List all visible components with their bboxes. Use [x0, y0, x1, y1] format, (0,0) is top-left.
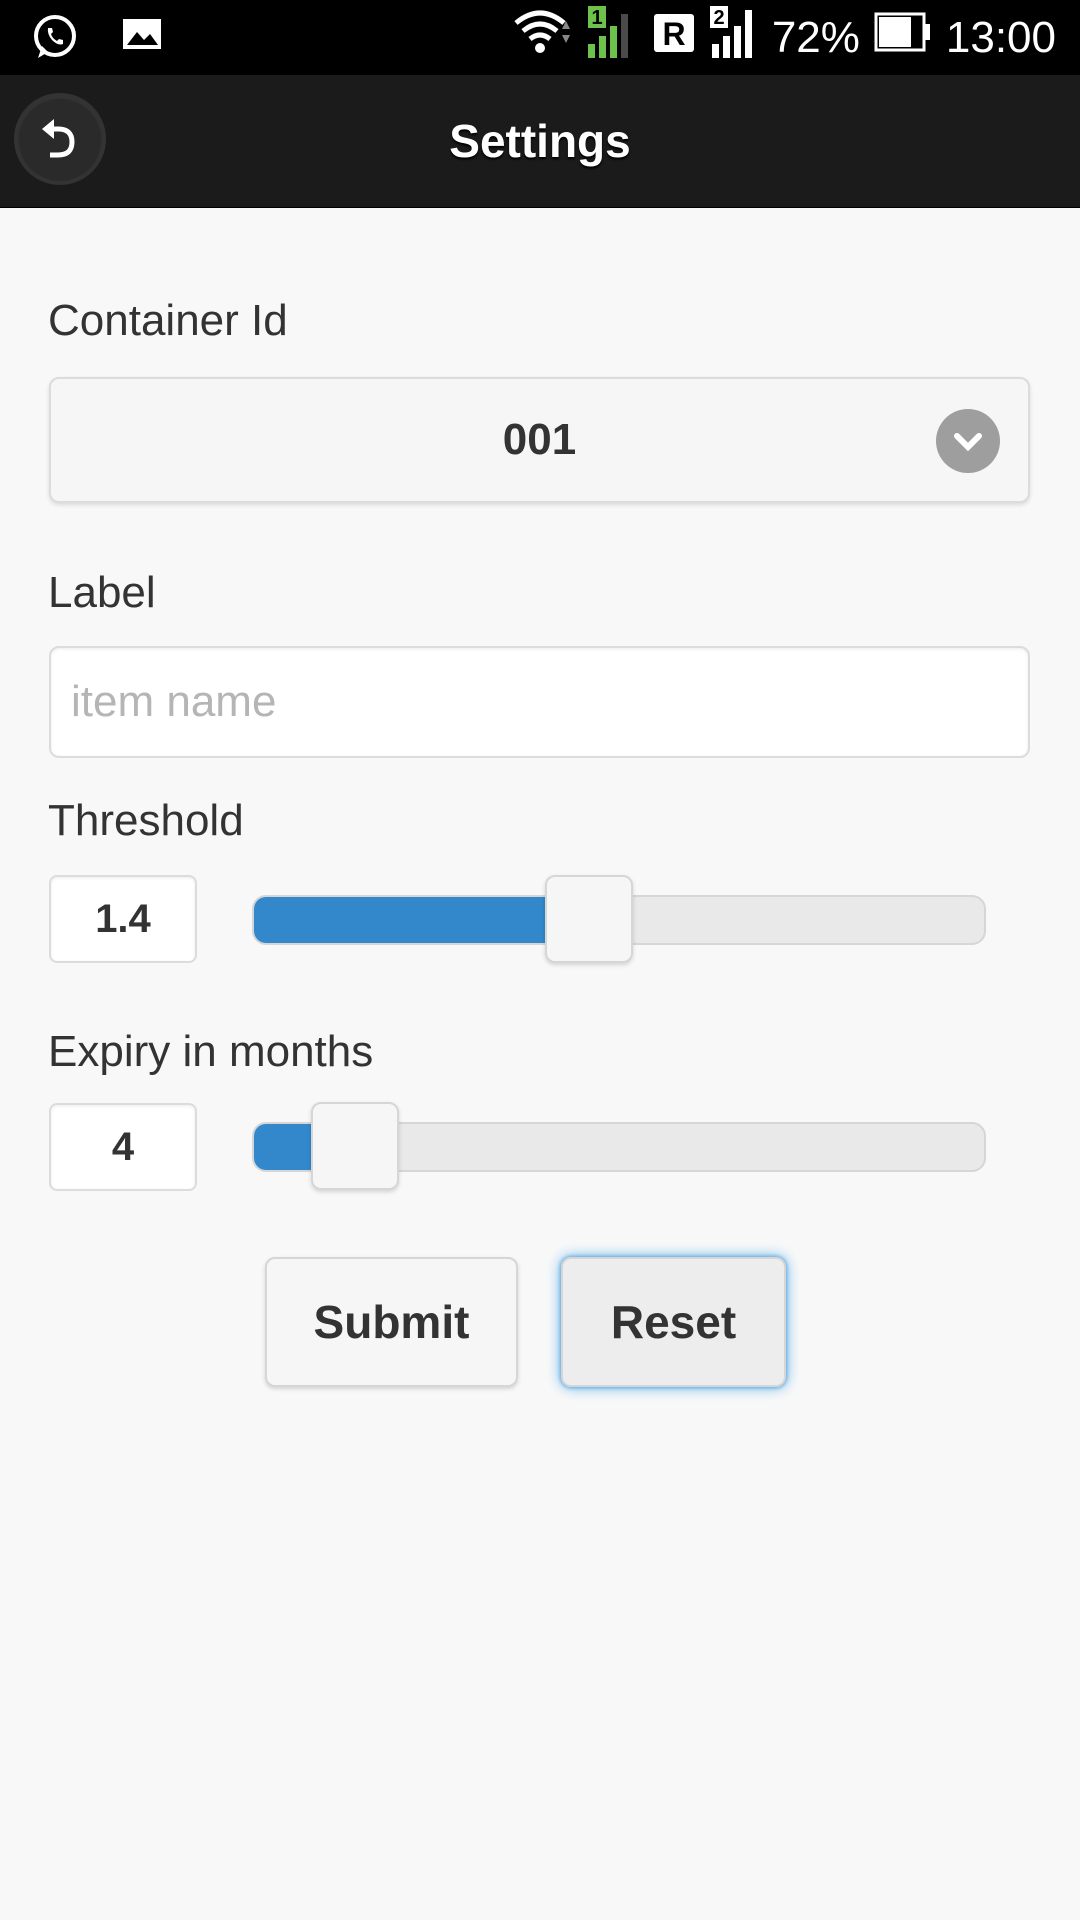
threshold-slider-fill — [254, 897, 583, 943]
expiry-label: Expiry in months — [48, 1027, 374, 1076]
threshold-label: Threshold — [48, 796, 244, 845]
submit-button[interactable]: Submit — [265, 1257, 518, 1387]
signal-sim1-icon: 1 — [586, 4, 638, 71]
reset-button[interactable]: Reset — [561, 1257, 786, 1387]
page-title: Settings — [449, 115, 631, 167]
svg-text:1: 1 — [591, 7, 602, 29]
status-bar: 1 R 2 72% 13:00 — [0, 0, 1080, 75]
item-name-input[interactable] — [49, 646, 1030, 758]
threshold-slider-handle[interactable] — [544, 875, 633, 963]
svg-text:R: R — [662, 16, 685, 52]
threshold-value-input[interactable]: 1.4 — [49, 875, 197, 963]
container-id-select[interactable]: 001 — [49, 377, 1030, 503]
chevron-down-icon — [936, 409, 1000, 473]
battery-icon — [874, 10, 932, 65]
roaming-icon: R — [652, 10, 696, 65]
expiry-slider[interactable] — [252, 1102, 986, 1190]
container-id-value: 001 — [502, 415, 577, 464]
threshold-slider[interactable] — [252, 875, 986, 963]
svg-text:2: 2 — [713, 7, 724, 29]
expiry-slider-handle[interactable] — [310, 1102, 399, 1190]
battery-percent: 72% — [771, 12, 860, 62]
back-button[interactable] — [18, 97, 102, 181]
expiry-value-input[interactable]: 4 — [49, 1103, 197, 1191]
undo-arrow-icon — [42, 119, 75, 158]
whatsapp-icon — [30, 12, 80, 67]
container-id-label: Container Id — [48, 296, 288, 345]
clock: 13:00 — [945, 12, 1056, 62]
label-field-label: Label — [48, 568, 156, 617]
app-header: Settings — [0, 75, 1080, 208]
wifi-icon — [512, 7, 572, 68]
signal-sim2-icon: 2 — [709, 4, 758, 71]
image-icon — [120, 12, 164, 67]
